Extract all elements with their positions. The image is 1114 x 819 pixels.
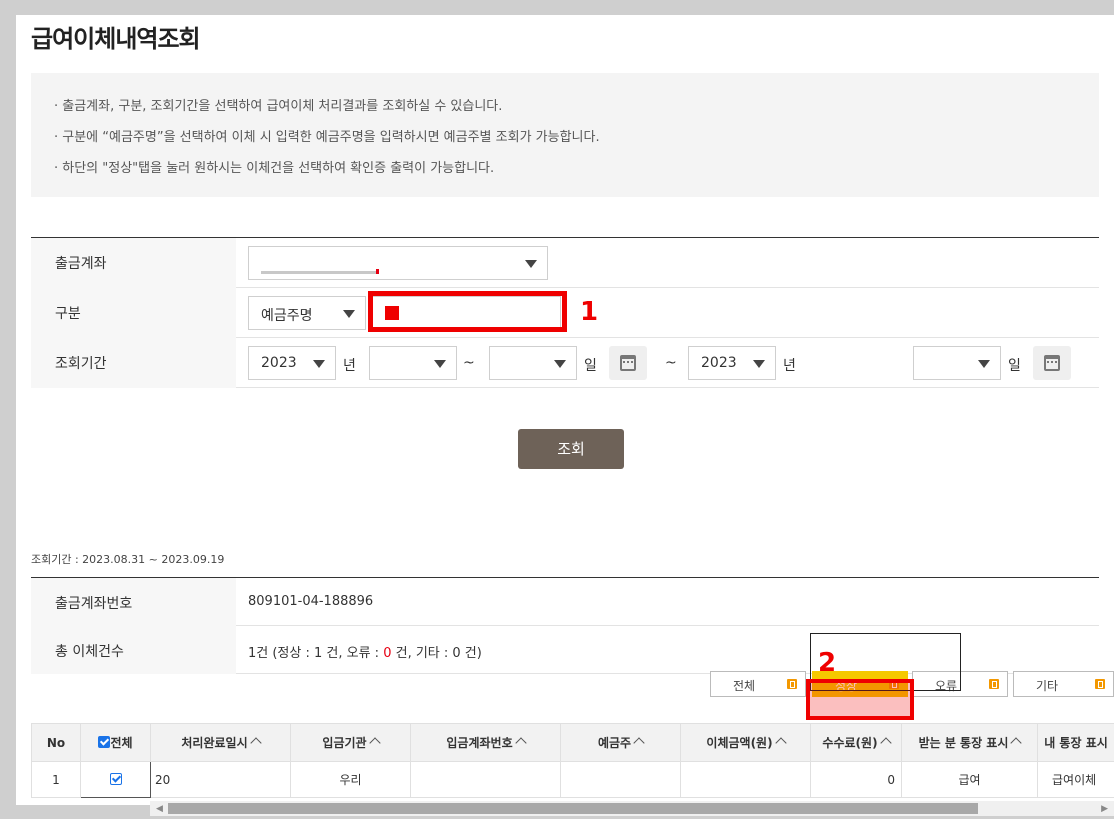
masked-account-mark xyxy=(376,269,379,274)
masked-account xyxy=(261,271,379,274)
sort-icon xyxy=(368,737,381,749)
chevron-down-icon xyxy=(525,260,537,268)
table-row[interactable]: 1 20 우리 0 급여 급여이체 xyxy=(31,761,1114,798)
day-unit: 일 xyxy=(1008,358,1021,374)
start-day-select[interactable] xyxy=(489,346,577,380)
col-my-memo[interactable]: 내 통장 표시 xyxy=(1037,723,1114,762)
cell-select[interactable] xyxy=(80,761,151,798)
transfer-table: No 전체 처리완료일시 입금기관 입금계좌번호 예금주 이체금액(원) 수수료… xyxy=(31,723,1114,798)
period-text: 조회기간 : 2023.08.31 ~ 2023.09.19 xyxy=(31,553,225,566)
chevron-down-icon xyxy=(978,360,990,368)
sort-icon xyxy=(249,737,262,749)
col-complete-time[interactable]: 처리완료일시 xyxy=(150,723,291,762)
account-row: 출금계좌 xyxy=(31,238,1099,288)
sort-icon xyxy=(633,737,645,749)
annotation-box-2 xyxy=(806,679,914,720)
print-icon xyxy=(989,679,999,689)
page-title: 급여이체내역조회 xyxy=(31,25,201,53)
cell-account-no xyxy=(410,761,561,798)
chevron-down-icon xyxy=(753,360,765,368)
scroll-left-icon[interactable]: ◀ xyxy=(156,804,163,814)
wave-separator: ~ xyxy=(463,355,475,371)
annotation-box-1 xyxy=(368,291,567,332)
category-value: 예금주명 xyxy=(261,308,313,324)
account-select[interactable] xyxy=(248,246,548,280)
account-no-row: 출금계좌번호 809101-04-188896 xyxy=(31,578,1099,626)
chevron-down-icon xyxy=(343,310,355,318)
year-unit: 년 xyxy=(343,358,356,374)
scroll-thumb[interactable] xyxy=(168,803,978,814)
start-year-select[interactable]: 2023 xyxy=(248,346,336,380)
info-line: · 출금계좌, 구분, 조회기간을 선택하여 급여이체 처리결과를 조회하실 수… xyxy=(54,99,503,114)
account-no-value: 809101-04-188896 xyxy=(248,594,374,609)
cell-amount xyxy=(680,761,811,798)
end-calendar-button[interactable] xyxy=(1033,346,1071,380)
print-icon xyxy=(787,679,797,689)
col-no: No xyxy=(31,723,81,762)
sort-icon xyxy=(879,737,892,749)
annotation-number-2: 2 xyxy=(818,648,837,678)
cell-no: 1 xyxy=(31,761,81,798)
year-unit: 년 xyxy=(783,358,796,374)
total-value: 1건 (정상 : 1 건, 오류 : 0 건, 기타 : 0 건) xyxy=(248,646,482,661)
calendar-icon xyxy=(1044,355,1060,371)
sort-icon xyxy=(774,737,787,749)
total-label: 총 이체건수 xyxy=(31,626,236,674)
end-year-select[interactable]: 2023 xyxy=(688,346,776,380)
table-header-row: No 전체 처리완료일시 입금기관 입금계좌번호 예금주 이체금액(원) 수수료… xyxy=(31,723,1114,762)
cell-fee: 0 xyxy=(810,761,902,798)
chevron-down-icon xyxy=(554,360,566,368)
col-fee[interactable]: 수수료(원) xyxy=(810,723,902,762)
col-receiver-memo[interactable]: 받는 분 통장 표시 xyxy=(901,723,1038,762)
col-bank[interactable]: 입금기관 xyxy=(290,723,411,762)
category-label: 구분 xyxy=(31,288,236,338)
calendar-icon xyxy=(620,355,636,371)
chevron-down-icon xyxy=(313,360,325,368)
start-month-select[interactable] xyxy=(369,346,457,380)
sort-icon xyxy=(1010,737,1023,749)
info-line: · 하단의 "정상"탭을 눌러 원하시는 이체건을 선택하여 확인증 출력이 가… xyxy=(54,161,495,176)
cell-my-memo: 급여이체 xyxy=(1037,761,1114,798)
checkbox-icon[interactable] xyxy=(109,772,122,785)
annotation-number-1: 1 xyxy=(580,297,599,327)
cell-holder xyxy=(560,761,681,798)
chevron-down-icon xyxy=(434,360,446,368)
col-select-all[interactable]: 전체 xyxy=(80,723,151,762)
col-account-no[interactable]: 입금계좌번호 xyxy=(410,723,561,762)
annotation-fill xyxy=(385,306,399,320)
start-calendar-button[interactable] xyxy=(609,346,647,380)
period-row: 조회기간 2023 년 ~ 일 ~ 2023 년 일 xyxy=(31,338,1099,388)
info-line: · 구분에 “예금주명”을 선택하여 이체 시 입력한 예금주명을 입력하시면 … xyxy=(54,130,600,145)
period-label: 조회기간 xyxy=(31,338,236,388)
checkbox-icon[interactable] xyxy=(98,736,111,748)
end-day-select[interactable] xyxy=(913,346,1001,380)
account-label: 출금계좌 xyxy=(31,238,236,288)
cell-complete-time: 20 xyxy=(150,761,291,798)
search-button[interactable]: 조회 xyxy=(518,429,624,469)
day-unit: 일 xyxy=(584,358,597,374)
tab-all[interactable]: 전체 xyxy=(710,671,806,697)
scroll-right-icon[interactable]: ▶ xyxy=(1101,804,1108,814)
start-year-value: 2023 xyxy=(261,355,297,371)
end-year-value: 2023 xyxy=(701,355,737,371)
account-no-label: 출금계좌번호 xyxy=(31,578,236,626)
print-icon xyxy=(1095,679,1105,689)
tab-other[interactable]: 기타 xyxy=(1013,671,1114,697)
range-separator: ~ xyxy=(665,355,677,371)
cell-receiver-memo: 급여 xyxy=(901,761,1038,798)
category-select[interactable]: 예금주명 xyxy=(248,296,366,330)
horizontal-scrollbar[interactable]: ◀ ▶ xyxy=(150,801,1114,816)
sort-icon xyxy=(514,737,527,749)
col-amount[interactable]: 이체금액(원) xyxy=(680,723,811,762)
info-box: · 출금계좌, 구분, 조회기간을 선택하여 급여이체 처리결과를 조회하실 수… xyxy=(31,73,1099,197)
col-holder[interactable]: 예금주 xyxy=(560,723,681,762)
cell-bank: 우리 xyxy=(290,761,411,798)
